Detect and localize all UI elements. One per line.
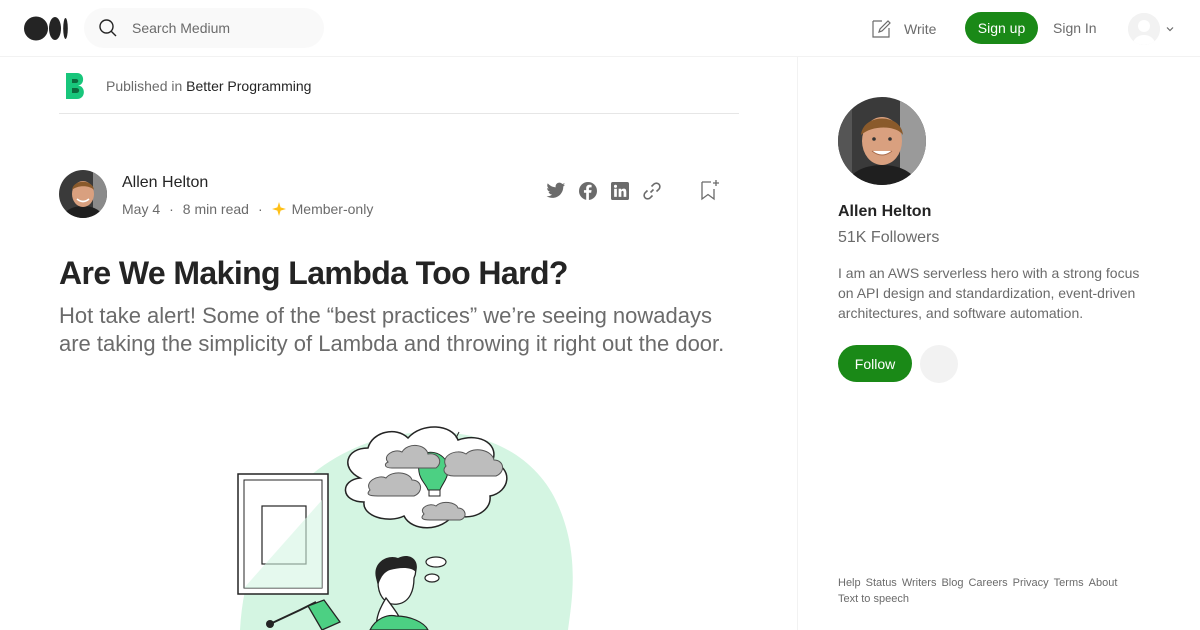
footer-link-about[interactable]: About [1089, 577, 1118, 589]
write-icon [872, 20, 891, 38]
subscribe-button[interactable] [920, 345, 958, 383]
user-avatar-button[interactable] [1128, 13, 1160, 45]
read-time: 8 min read [182, 201, 249, 217]
published-in-text: Published in [106, 78, 187, 94]
sidebar-divider [797, 57, 798, 630]
sidebar-footer: Help Status Writers Blog Careers Privacy Terms… [838, 575, 1158, 607]
publication-name-link[interactable]: Better Programming [186, 78, 311, 94]
footer-link-text-to-speech[interactable]: Text to speech [838, 593, 909, 605]
footer-link-careers[interactable]: Careers [968, 577, 1007, 589]
footer-link-terms[interactable]: Terms [1054, 577, 1084, 589]
sidebar-author-name[interactable]: Allen Helton [838, 203, 931, 221]
footer-link-help[interactable]: Help [838, 577, 861, 589]
facebook-icon [579, 182, 597, 200]
twitter-icon [546, 182, 566, 198]
bookmark-add-icon[interactable] [698, 179, 720, 201]
chevron-down-icon[interactable] [1165, 24, 1175, 34]
author-photo [59, 170, 107, 218]
star-icon [271, 202, 286, 216]
footer-link-privacy[interactable]: Privacy [1013, 577, 1049, 589]
footer-link-status[interactable]: Status [866, 577, 897, 589]
copy-link-button[interactable] [641, 180, 663, 202]
sidebar-author-avatar[interactable] [838, 97, 926, 185]
search-bar [84, 8, 324, 48]
follow-button[interactable]: Follow [838, 345, 912, 382]
linkedin-icon [611, 182, 629, 200]
search-icon[interactable] [98, 18, 118, 38]
top-navigation-bar: Write Sign up Sign In [0, 0, 1200, 57]
publication-label: Published in Better Programming [106, 78, 311, 94]
meta-separator: · [257, 201, 263, 217]
publication-divider [59, 113, 739, 114]
user-avatar-icon [1128, 13, 1160, 45]
write-label: Write [904, 21, 937, 37]
medium-logo-icon[interactable] [24, 16, 69, 41]
author-photo [838, 97, 926, 185]
article-meta: May 4 · 8 min read · Member-only [122, 201, 373, 217]
facebook-share-button[interactable] [577, 180, 599, 202]
share-toolbar [545, 180, 673, 202]
publish-date: May 4 [122, 201, 161, 217]
sign-in-link[interactable]: Sign In [1053, 20, 1097, 36]
twitter-share-button[interactable] [545, 180, 567, 202]
link-icon [643, 182, 661, 200]
footer-link-writers[interactable]: Writers [902, 577, 937, 589]
author-avatar[interactable] [59, 170, 107, 218]
member-only-label: Member-only [291, 201, 374, 217]
meta-separator: · [169, 201, 174, 217]
publication-logo[interactable] [59, 70, 91, 102]
sign-up-button[interactable]: Sign up [965, 12, 1038, 44]
search-input[interactable] [132, 18, 312, 38]
author-name-link[interactable]: Allen Helton [122, 174, 208, 192]
article-title: Are We Making Lambda Too Hard? [59, 255, 568, 291]
write-button[interactable]: Write [870, 18, 936, 40]
sidebar-author-bio: I am an AWS serverless hero with a stron… [838, 265, 1140, 321]
sidebar-followers-count[interactable]: 51K Followers [838, 229, 939, 247]
linkedin-share-button[interactable] [609, 180, 631, 202]
footer-link-blog[interactable]: Blog [941, 577, 963, 589]
article-hero-illustration [237, 426, 573, 630]
article-subtitle: Hot take alert! Some of the “best practi… [59, 303, 725, 356]
